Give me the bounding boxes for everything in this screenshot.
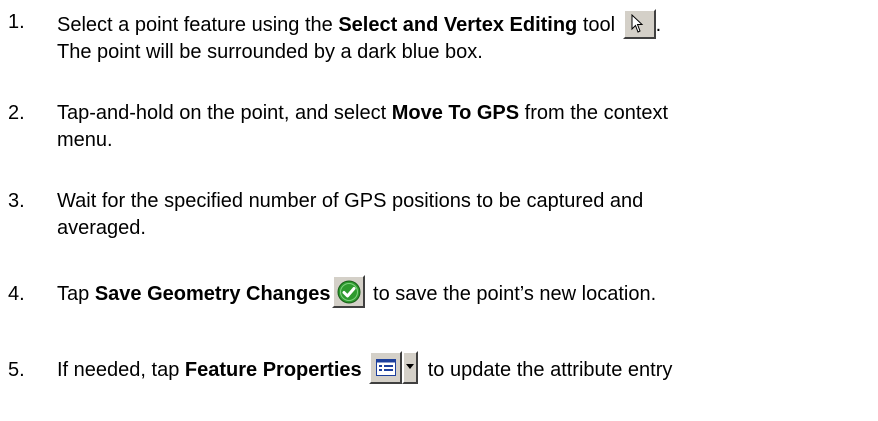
step-number: 4. <box>8 283 25 305</box>
step-text: Wait for the specified number of GPS pos… <box>57 190 644 239</box>
step-text: If needed, tap Feature Properties to upd… <box>57 351 857 384</box>
cursor-arrow-icon <box>631 14 643 33</box>
step-number: 3. <box>8 190 25 212</box>
step-text: Tap-and-hold on the point, and select Mo… <box>57 102 669 151</box>
feature-properties-dropdown[interactable] <box>402 351 419 384</box>
step-text: Select a point feature using the Select … <box>57 9 857 66</box>
step-number: 2. <box>8 102 25 124</box>
step-text: Tap Save Geometry Changes to save the po… <box>57 275 857 308</box>
step-number: 1. <box>8 11 25 33</box>
chevron-down-icon <box>406 364 415 369</box>
tool-name: Select and Vertex Editing <box>338 14 578 36</box>
menu-item-name: Move To GPS <box>391 102 520 124</box>
select-vertex-editing-button[interactable] <box>622 9 656 39</box>
tool-name: Feature Properties <box>184 359 362 381</box>
feature-properties-icon <box>376 359 397 376</box>
checkmark-save-icon <box>337 280 361 304</box>
save-geometry-changes-button[interactable] <box>332 275 366 308</box>
feature-properties-button[interactable] <box>369 351 403 384</box>
step-number: 5. <box>8 359 25 381</box>
tool-name: Save Geometry Changes <box>94 283 331 305</box>
